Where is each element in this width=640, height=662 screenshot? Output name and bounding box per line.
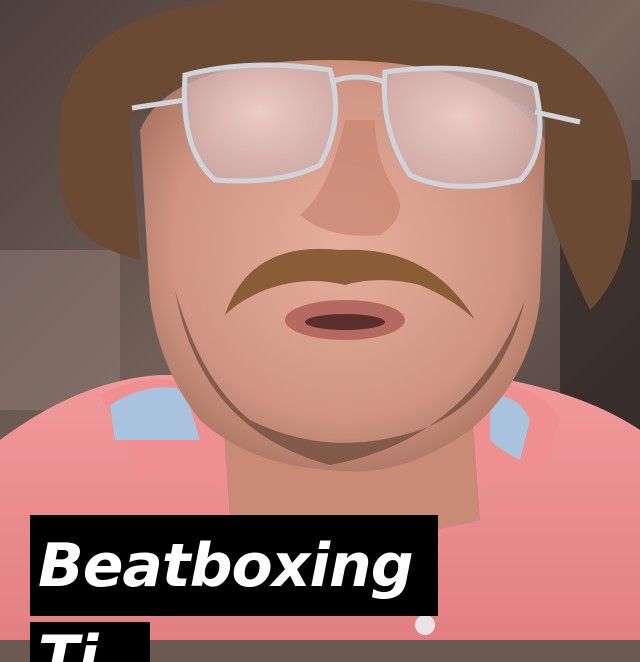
caption-text-2: Ti bbox=[38, 623, 99, 662]
shirt-button bbox=[415, 615, 435, 635]
caption-line-2: Ti bbox=[30, 622, 150, 662]
glasses-left-lens bbox=[181, 62, 339, 184]
glasses-right-lens bbox=[381, 65, 543, 189]
caption-line-1: Beatboxing bbox=[30, 515, 438, 616]
caption-text-1: Beatboxing bbox=[38, 530, 414, 601]
mouth-inner bbox=[305, 314, 385, 330]
